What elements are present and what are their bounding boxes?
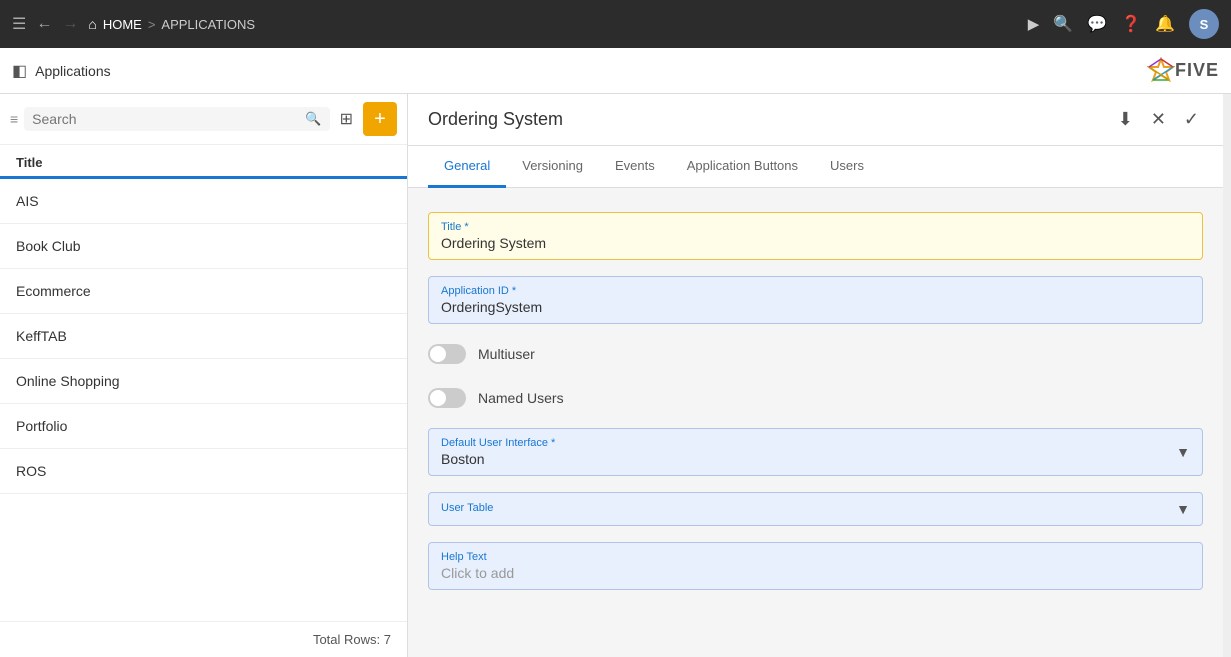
list-item[interactable]: Portfolio	[0, 404, 407, 449]
avatar[interactable]: S	[1189, 9, 1219, 39]
form-content: Title * Ordering System Application ID *…	[408, 188, 1223, 657]
download-icon[interactable]: ⬇	[1114, 105, 1137, 134]
export-icon[interactable]: ⊞	[336, 105, 357, 133]
sidebar-column-header: Title	[0, 145, 407, 179]
list-item[interactable]: KeffTAB	[0, 314, 407, 359]
app-id-box[interactable]: Application ID * OrderingSystem	[428, 276, 1203, 324]
named-users-label: Named Users	[478, 390, 564, 406]
tab-application-buttons[interactable]: Application Buttons	[671, 146, 814, 188]
close-icon[interactable]: ✕	[1147, 105, 1170, 134]
user-table-select[interactable]: User Table ▼	[428, 492, 1203, 526]
title-label: Title *	[441, 221, 1190, 233]
top-bar-right: ▶ 🔍 💬 ❓ 🔔 S	[1028, 9, 1219, 39]
multiuser-label: Multiuser	[478, 346, 535, 362]
breadcrumb: ⌂ HOME > APPLICATIONS	[88, 16, 255, 32]
list-item[interactable]: Ecommerce	[0, 269, 407, 314]
named-users-row: Named Users	[428, 384, 1203, 412]
title-field: Title * Ordering System	[428, 212, 1203, 260]
multiuser-toggle[interactable]	[428, 344, 466, 364]
default-ui-content: Default User Interface * Boston	[441, 437, 1176, 467]
help-text-placeholder: Click to add	[441, 565, 1190, 581]
five-logo: FIVE	[1147, 57, 1219, 85]
tab-users[interactable]: Users	[814, 146, 880, 188]
app-title: Applications	[35, 63, 111, 79]
default-ui-value: Boston	[441, 451, 1176, 467]
search-globe-icon[interactable]: 🔍	[1053, 14, 1073, 34]
bell-icon[interactable]: 🔔	[1155, 14, 1175, 34]
help-text-label: Help Text	[441, 551, 1190, 563]
tab-events[interactable]: Events	[599, 146, 671, 188]
sidebar: ≡ 🔍 ⊞ + Title AIS Book Club Ecommerce Ke…	[0, 94, 408, 657]
detail-title: Ordering System	[428, 109, 1114, 130]
app-id-label: Application ID *	[441, 285, 1190, 297]
named-users-toggle[interactable]	[428, 388, 466, 408]
default-ui-field: Default User Interface * Boston ▼	[428, 428, 1203, 476]
search-input[interactable]	[32, 111, 305, 127]
multiuser-field: Multiuser	[428, 340, 1203, 368]
list-item[interactable]: Book Club	[0, 224, 407, 269]
sidebar-list: AIS Book Club Ecommerce KeffTAB Online S…	[0, 179, 407, 621]
home-label[interactable]: HOME	[103, 17, 142, 32]
app-id-field: Application ID * OrderingSystem	[428, 276, 1203, 324]
multiuser-row: Multiuser	[428, 340, 1203, 368]
breadcrumb-sep1: >	[148, 17, 156, 32]
add-button[interactable]: +	[363, 102, 397, 136]
default-ui-label: Default User Interface *	[441, 437, 1176, 449]
search-input-wrap: 🔍	[24, 107, 329, 131]
detail-panel: Ordering System ⬇ ✕ ✓ General Versioning…	[408, 94, 1223, 657]
sidebar-search-bar: ≡ 🔍 ⊞ +	[0, 94, 407, 145]
home-icon: ⌂	[88, 16, 96, 32]
sidebar-toggle-icon[interactable]: ◧	[12, 61, 27, 81]
list-item[interactable]: AIS	[0, 179, 407, 224]
play-icon[interactable]: ▶	[1028, 15, 1040, 33]
hamburger-icon[interactable]: ☰	[12, 14, 26, 34]
apps-label[interactable]: APPLICATIONS	[161, 17, 255, 32]
filter-icon[interactable]: ≡	[10, 111, 18, 127]
confirm-icon[interactable]: ✓	[1180, 105, 1203, 134]
user-table-field: User Table ▼	[428, 492, 1203, 526]
default-ui-select[interactable]: Default User Interface * Boston ▼	[428, 428, 1203, 476]
total-rows-label: Total Rows: 7	[313, 632, 391, 647]
main-layout: ≡ 🔍 ⊞ + Title AIS Book Club Ecommerce Ke…	[0, 94, 1231, 657]
named-users-field: Named Users	[428, 384, 1203, 412]
user-table-content: User Table	[441, 502, 1176, 516]
title-value: Ordering System	[441, 235, 1190, 251]
help-icon[interactable]: ❓	[1121, 14, 1141, 34]
tab-general[interactable]: General	[428, 146, 506, 188]
search-icon: 🔍	[305, 111, 321, 127]
right-scrollbar[interactable]	[1223, 94, 1231, 657]
chevron-down-icon: ▼	[1176, 501, 1190, 517]
tab-versioning[interactable]: Versioning	[506, 146, 599, 188]
chevron-down-icon: ▼	[1176, 444, 1190, 460]
sidebar-footer: Total Rows: 7	[0, 621, 407, 657]
five-star-icon	[1147, 57, 1175, 85]
forward-icon[interactable]: →	[62, 15, 78, 33]
help-text-box[interactable]: Help Text Click to add	[428, 542, 1203, 590]
tabs-bar: General Versioning Events Application Bu…	[408, 146, 1223, 188]
list-item[interactable]: ROS	[0, 449, 407, 494]
chat-icon[interactable]: 💬	[1087, 14, 1107, 34]
logo-text: FIVE	[1175, 60, 1219, 81]
list-item[interactable]: Online Shopping	[0, 359, 407, 404]
second-bar: ◧ Applications FIVE	[0, 48, 1231, 94]
help-text-field: Help Text Click to add	[428, 542, 1203, 590]
app-id-value: OrderingSystem	[441, 299, 1190, 315]
detail-header: Ordering System ⬇ ✕ ✓	[408, 94, 1223, 146]
user-table-label: User Table	[441, 502, 1176, 514]
back-icon[interactable]: ←	[36, 15, 52, 33]
top-bar: ☰ ← → ⌂ HOME > APPLICATIONS ▶ 🔍 💬 ❓ 🔔 S	[0, 0, 1231, 48]
title-box[interactable]: Title * Ordering System	[428, 212, 1203, 260]
detail-actions: ⬇ ✕ ✓	[1114, 105, 1203, 134]
